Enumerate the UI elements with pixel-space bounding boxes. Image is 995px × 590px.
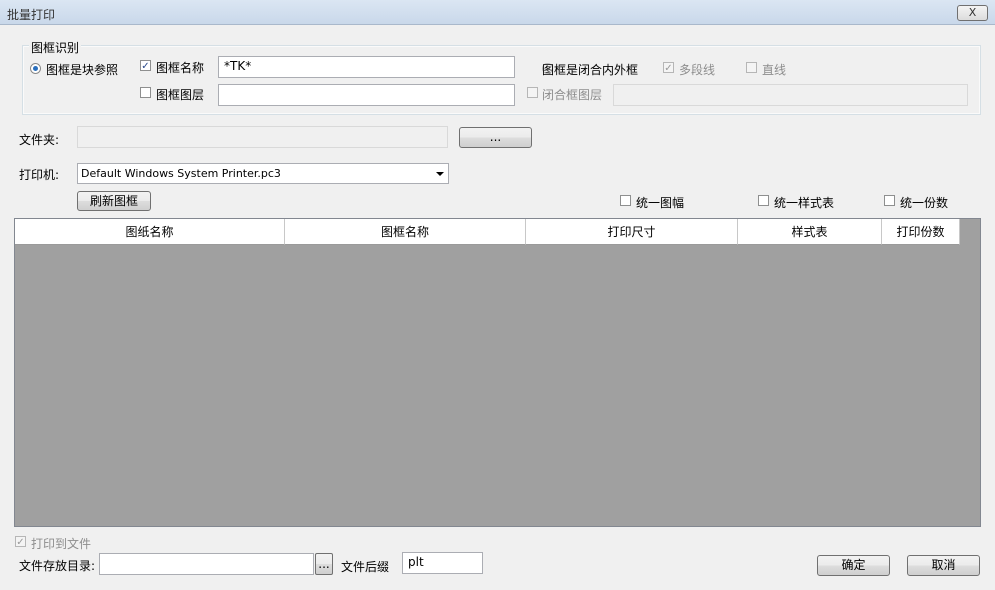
window-title: 批量打印 [7,8,56,22]
ok-button[interactable]: 确定 [817,555,890,576]
column-header-copies[interactable]: 打印份数 [882,219,960,245]
frame-name-input[interactable]: *TK* [218,56,515,78]
unify-style-checkbox[interactable] [758,195,769,206]
folder-browse-button[interactable]: ... [459,127,532,148]
printer-selected-value: Default Windows System Printer.pc3 [81,167,281,180]
frame-layer-input[interactable] [218,84,515,106]
block-ref-radio[interactable] [30,63,41,74]
closed-layer-label: 闭合框图层 [542,88,603,102]
column-header-frame-name[interactable]: 图框名称 [285,219,526,245]
unify-style-label: 统一样式表 [774,196,835,210]
print-to-file-label: 打印到文件 [31,537,92,551]
output-dir-input[interactable] [99,553,314,575]
cancel-button[interactable]: 取消 [907,555,980,576]
printer-select[interactable]: Default Windows System Printer.pc3 [77,163,449,184]
chevron-down-icon [436,172,444,176]
line-checkbox[interactable] [746,62,757,73]
block-ref-label: 图框是块参照 [46,63,119,77]
frame-layer-checkbox[interactable] [140,87,151,98]
drawings-table[interactable]: 图纸名称 图框名称 打印尺寸 样式表 打印份数 [14,218,981,527]
file-suffix-label: 文件后缀 [341,560,390,574]
print-to-file-checkbox[interactable]: ✓ [15,536,26,548]
unify-size-checkbox[interactable] [620,195,631,206]
closed-layer-checkbox[interactable] [527,87,538,98]
close-icon: X [968,6,977,19]
closed-layer-input[interactable] [613,84,968,106]
column-header-style-sheet[interactable]: 样式表 [738,219,882,245]
close-button[interactable]: X [957,5,988,21]
title-bar [0,0,995,25]
printer-label: 打印机: [19,168,60,182]
unify-size-label: 统一图幅 [636,196,685,210]
line-label: 直线 [762,63,787,77]
folder-label: 文件夹: [19,133,60,147]
polyline-label: 多段线 [679,63,716,77]
unify-copies-label: 统一份数 [900,196,949,210]
polyline-checkbox[interactable]: ✓ [663,62,674,74]
folder-input[interactable] [77,126,448,148]
column-header-print-size[interactable]: 打印尺寸 [526,219,738,245]
frame-layer-label: 图框图层 [156,88,205,102]
frame-name-checkbox[interactable]: ✓ [140,60,151,72]
column-header-drawing-name[interactable]: 图纸名称 [15,219,285,245]
unify-copies-checkbox[interactable] [884,195,895,206]
output-dir-browse-button[interactable]: ... [315,553,333,575]
output-dir-label: 文件存放目录: [19,559,96,573]
group-title: 图框识别 [29,39,82,56]
frame-name-label: 图框名称 [156,61,205,75]
file-suffix-input[interactable]: plt [402,552,483,574]
refresh-frames-button[interactable]: 刷新图框 [77,191,151,211]
closed-frame-label: 图框是闭合内外框 [542,63,639,77]
